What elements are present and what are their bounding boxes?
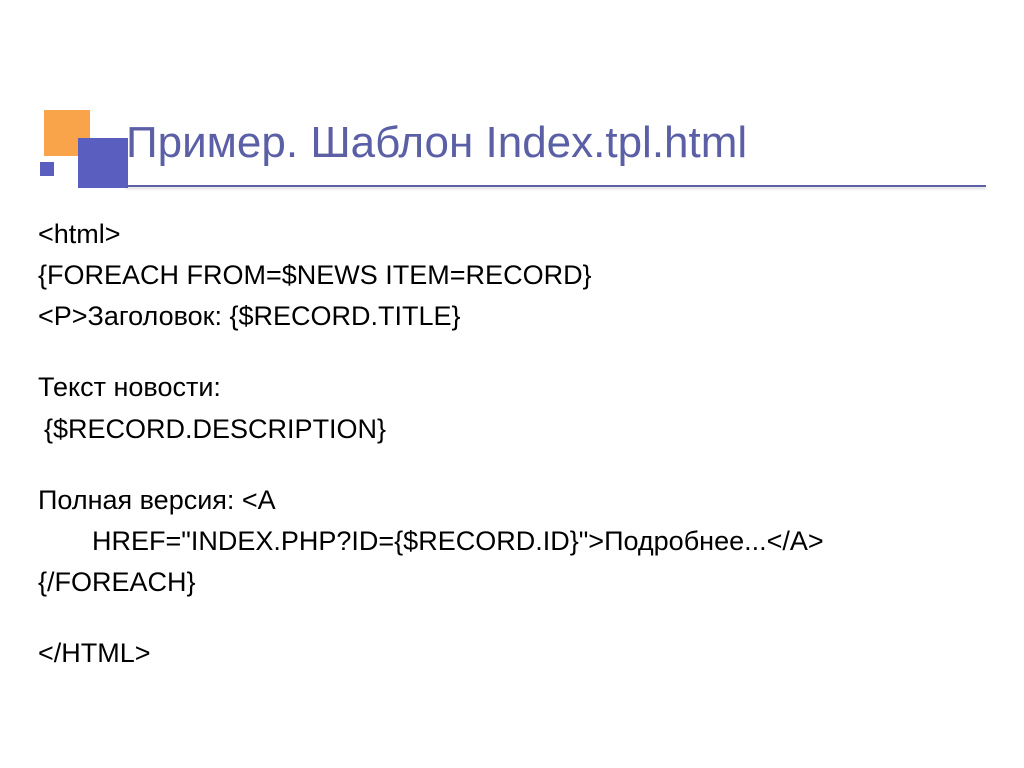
blank-line <box>38 604 986 634</box>
slide-body: <html> {FOREACH FROM=$NEWS ITEM=RECORD} … <box>38 215 986 675</box>
code-line: {/FOREACH} <box>38 563 986 602</box>
code-line: HREF="INDEX.PHP?ID={$RECORD.ID}">Подробн… <box>38 522 986 561</box>
code-line: Полная версия: <A <box>38 481 986 520</box>
decor-square-blue-large <box>78 138 128 188</box>
slide-title: Пример. Шаблон Index.tpl.html <box>126 118 747 168</box>
code-line: {$RECORD.DESCRIPTION} <box>38 410 986 449</box>
code-line: Текст новости: <box>38 368 986 407</box>
code-line: </HTML> <box>38 634 986 673</box>
code-line: <html> <box>38 215 986 254</box>
slide: Пример. Шаблон Index.tpl.html <html> {FO… <box>0 0 1024 768</box>
header: Пример. Шаблон Index.tpl.html <box>0 0 1024 190</box>
blank-line <box>38 451 986 481</box>
code-line: <P>Заголовок: {$RECORD.TITLE} <box>38 297 986 336</box>
decor-square-blue-small <box>40 162 54 176</box>
title-underline <box>126 185 986 187</box>
code-line: {FOREACH FROM=$NEWS ITEM=RECORD} <box>38 256 986 295</box>
blank-line <box>38 338 986 368</box>
